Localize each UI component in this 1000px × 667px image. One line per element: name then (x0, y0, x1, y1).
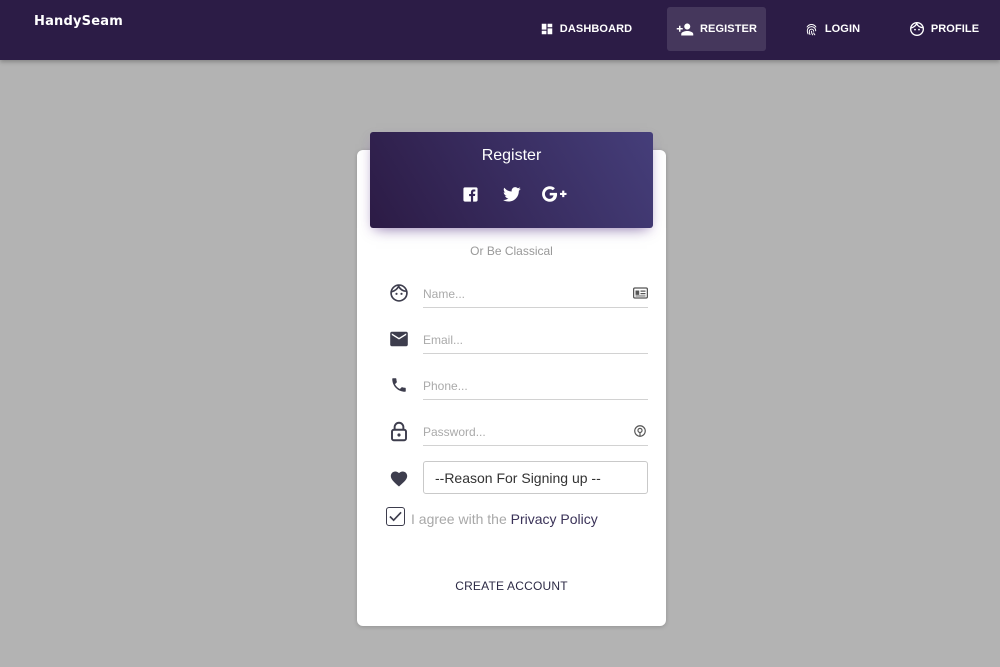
facebook-icon[interactable] (458, 183, 482, 205)
nav-dashboard[interactable]: DASHBOARD (536, 7, 636, 51)
lock-icon (388, 420, 410, 442)
phone-field[interactable] (423, 372, 648, 400)
twitter-icon[interactable] (500, 183, 524, 205)
heart-icon (388, 467, 410, 489)
nav-dashboard-label: DASHBOARD (559, 23, 633, 35)
nav-profile[interactable]: PROFILE (904, 7, 984, 51)
nav-register[interactable]: REGISTER (667, 7, 766, 51)
create-account-button[interactable]: CREATE ACCOUNT (440, 571, 583, 601)
password-field[interactable] (423, 418, 648, 446)
nav-register-label: REGISTER (699, 23, 758, 35)
person-add-icon (676, 22, 694, 37)
phone-icon (388, 374, 410, 396)
brand-logo[interactable]: HandySeam (34, 14, 123, 29)
card-header: Register (370, 132, 653, 228)
email-field[interactable] (423, 326, 648, 354)
dashboard-icon (540, 22, 554, 36)
card-title: Register (481, 147, 542, 164)
check-icon (389, 511, 402, 522)
agree-prefix: I agree with the (411, 511, 511, 527)
alt-signup-text: Or Be Classical (470, 244, 553, 258)
face-icon (909, 21, 925, 37)
nav-profile-label: PROFILE (930, 23, 980, 35)
privacy-checkbox[interactable] (386, 507, 405, 526)
fingerprint-icon (804, 22, 819, 37)
face-icon (388, 282, 410, 304)
privacy-policy-link[interactable]: Privacy Policy (511, 511, 598, 527)
id-card-icon (632, 285, 648, 301)
reason-select[interactable]: --Reason For Signing up -- (423, 461, 648, 494)
name-field[interactable] (423, 280, 648, 308)
top-navbar: HandySeam DASHBOARD REGISTER LOGIN PROFI… (0, 0, 1000, 60)
nav-login[interactable]: LOGIN (797, 7, 867, 51)
fingerprint-lock-icon (632, 423, 648, 439)
mail-icon (388, 328, 410, 350)
google-plus-icon[interactable] (540, 183, 568, 205)
nav-login-label: LOGIN (824, 23, 861, 35)
agree-text: I agree with the Privacy Policy (411, 511, 598, 527)
